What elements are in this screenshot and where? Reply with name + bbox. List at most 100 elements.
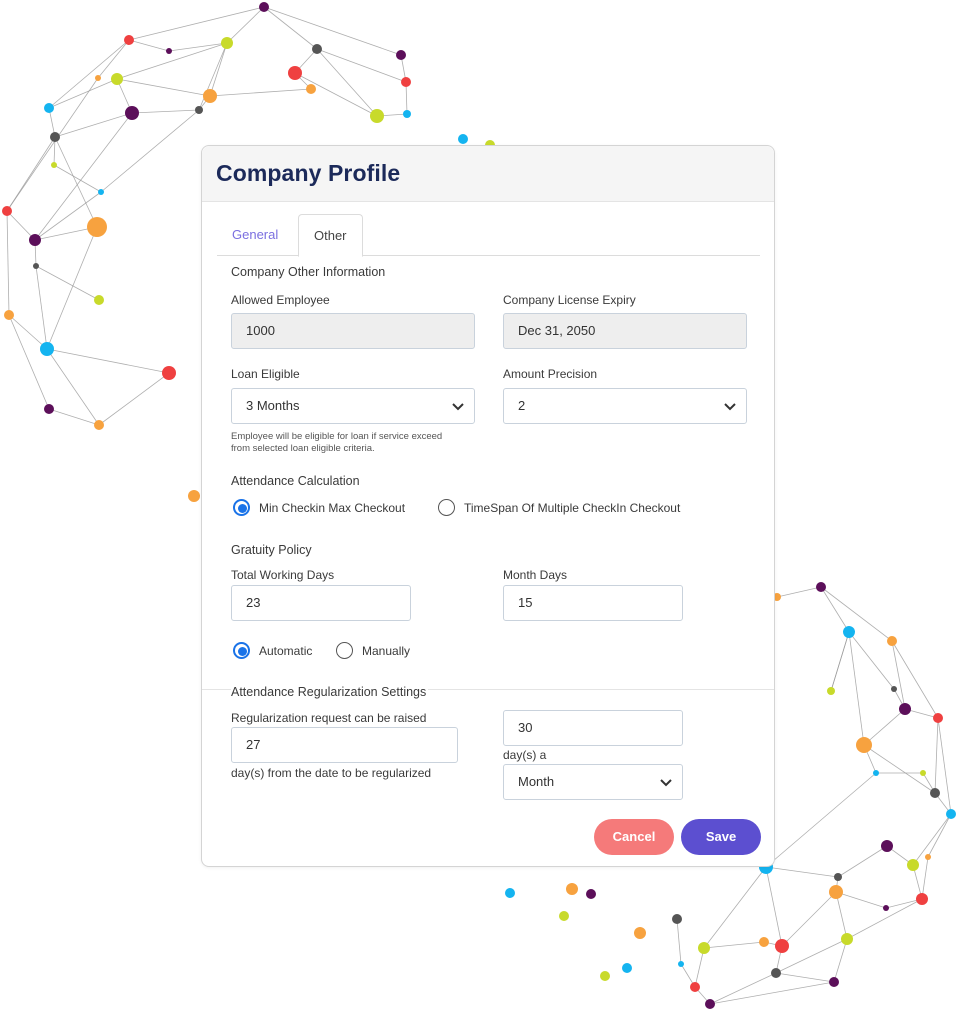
network-edge — [830, 631, 850, 692]
network-node — [203, 89, 217, 103]
network-node — [403, 110, 411, 118]
radio-selected-icon — [233, 499, 250, 516]
network-edge — [46, 348, 170, 374]
network-node — [125, 106, 139, 120]
radio-min-checkin-max-checkout[interactable]: Min Checkin Max Checkout — [233, 499, 405, 516]
company-profile-dialog: Company Profile General Other Company Ot… — [201, 145, 775, 867]
network-edge — [848, 631, 865, 746]
network-edge — [835, 891, 848, 940]
network-edge — [116, 42, 228, 80]
network-node — [188, 490, 200, 502]
network-node — [566, 883, 578, 895]
network-node — [29, 234, 41, 246]
network-edge — [98, 372, 170, 426]
network-node — [899, 703, 911, 715]
cancel-button[interactable]: Cancel — [594, 819, 674, 855]
network-node — [891, 686, 897, 692]
network-edge — [833, 938, 848, 983]
loan-eligible-value: 3 Months — [246, 398, 300, 413]
network-edge — [46, 226, 98, 350]
loan-eligible-select[interactable]: 3 Months — [231, 388, 475, 424]
month-days-input[interactable]: 15 — [503, 585, 683, 621]
network-edge — [781, 891, 837, 947]
network-node — [4, 310, 14, 320]
network-node — [162, 366, 176, 380]
tab-bar: General Other — [217, 214, 760, 257]
tab-other[interactable]: Other — [298, 214, 363, 257]
radio-automatic[interactable]: Automatic — [233, 642, 312, 659]
network-edge — [709, 981, 835, 1005]
network-node — [259, 2, 269, 12]
regularization-request-suffix: day(s) from the date to be regularized — [231, 766, 432, 780]
regularization-days-input[interactable]: 27 — [231, 727, 458, 763]
network-edge — [676, 918, 682, 965]
network-node — [705, 999, 715, 1009]
loan-eligible-hint-2: from selected loan eligible criteria. — [231, 443, 375, 454]
network-edge — [316, 48, 378, 117]
network-edge — [703, 941, 765, 949]
loan-eligible-label: Loan Eligible — [231, 367, 300, 381]
network-node — [933, 713, 943, 723]
network-node — [124, 35, 134, 45]
network-node — [841, 933, 853, 945]
network-node — [634, 927, 646, 939]
regularization-limit-input[interactable]: 30 — [503, 710, 683, 746]
network-node — [586, 889, 596, 899]
network-edge — [53, 164, 102, 193]
network-node — [111, 73, 123, 85]
regularization-limit-suffix: day(s) a — [503, 748, 547, 762]
network-node — [401, 77, 411, 87]
network-node — [881, 840, 893, 852]
radio-timespan-multiple-checkin[interactable]: TimeSpan Of Multiple CheckIn Checkout — [438, 499, 680, 516]
network-node — [759, 937, 769, 947]
network-edge — [128, 39, 170, 52]
network-node — [829, 977, 839, 987]
allowed-employee-label: Allowed Employee — [231, 293, 330, 307]
total-working-days-label: Total Working Days — [231, 568, 335, 582]
network-node — [827, 687, 835, 695]
license-expiry-label: Company License Expiry — [503, 293, 636, 307]
license-expiry-input[interactable]: Dec 31, 2050 — [503, 313, 747, 349]
network-node — [98, 189, 104, 195]
network-edge — [776, 586, 822, 598]
network-node — [883, 905, 889, 911]
total-working-days-input[interactable]: 23 — [231, 585, 411, 621]
network-edge — [54, 112, 133, 138]
network-edge — [35, 265, 100, 301]
network-edge — [765, 866, 839, 878]
radio-manually[interactable]: Manually — [336, 642, 410, 659]
network-edge — [6, 210, 10, 316]
tab-general[interactable]: General — [217, 214, 293, 254]
network-edge — [131, 109, 200, 114]
regularization-period-select[interactable]: Month — [503, 764, 683, 800]
radio-label: Automatic — [259, 643, 313, 658]
network-edge — [891, 640, 939, 719]
network-edge — [8, 314, 48, 350]
allowed-employee-input[interactable]: 1000 — [231, 313, 475, 349]
network-edge — [921, 856, 929, 900]
network-node — [771, 968, 781, 978]
network-edge — [863, 708, 906, 746]
network-edge — [846, 898, 923, 940]
network-edge — [837, 845, 888, 878]
network-edge — [128, 6, 265, 41]
network-edge — [934, 717, 939, 794]
radio-label: Min Checkin Max Checkout — [259, 500, 406, 515]
amount-precision-value: 2 — [518, 398, 526, 413]
loan-eligible-hint-1: Employee will be eligible for loan if se… — [231, 431, 443, 442]
network-node — [94, 295, 104, 305]
network-edge — [48, 78, 118, 109]
network-node — [44, 404, 54, 414]
radio-unselected-icon — [438, 499, 455, 516]
amount-precision-select[interactable]: 2 — [503, 388, 747, 424]
network-edge — [316, 48, 407, 83]
save-button[interactable]: Save — [681, 819, 761, 855]
network-edge — [775, 972, 835, 983]
radio-selected-icon — [233, 642, 250, 659]
network-edge — [263, 6, 402, 56]
dialog-header: Company Profile — [202, 146, 774, 202]
network-edge — [209, 42, 228, 97]
network-node — [94, 420, 104, 430]
regularization-title: Attendance Regularization Settings — [231, 685, 429, 699]
network-edge — [263, 6, 318, 50]
